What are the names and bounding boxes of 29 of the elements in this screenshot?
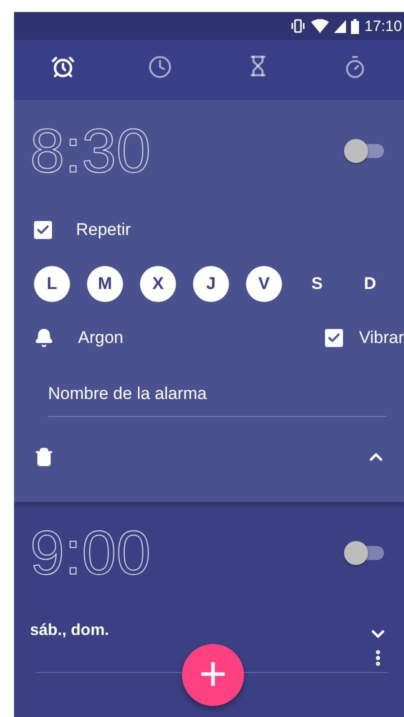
alarm-time[interactable]: 8:30 xyxy=(30,116,151,186)
vibrate-icon xyxy=(290,19,306,33)
vibrate-label: Vibrar xyxy=(358,328,404,348)
wifi-icon xyxy=(311,19,330,33)
clock-time: 17:10 xyxy=(364,18,402,34)
battery-icon xyxy=(351,18,360,34)
ringtone-label[interactable]: Argon xyxy=(78,328,124,348)
vibrate-checkbox[interactable] xyxy=(324,329,343,347)
alarm-switch[interactable] xyxy=(344,541,384,565)
weekday-toggle[interactable]: D xyxy=(352,266,388,302)
check-icon xyxy=(326,331,341,345)
alarm-switch[interactable] xyxy=(344,139,384,163)
trash-icon[interactable] xyxy=(34,447,54,467)
check-icon xyxy=(36,223,50,237)
weekday-toggle[interactable]: L xyxy=(34,266,70,302)
weekday-toggle[interactable]: M xyxy=(87,266,123,302)
bell-icon[interactable] xyxy=(34,328,54,348)
alarm-time[interactable]: 9:00 xyxy=(30,518,151,588)
repeat-label: Repetir xyxy=(76,220,131,240)
signal-icon xyxy=(334,20,346,32)
repeat-checkbox[interactable] xyxy=(34,221,52,239)
repeat-days-summary: sáb., dom. xyxy=(30,622,110,640)
weekday-toggle[interactable]: X xyxy=(140,266,176,302)
clock-icon xyxy=(148,55,172,79)
weekday-toggle[interactable]: J xyxy=(193,266,229,302)
alarm-clock-icon xyxy=(50,55,75,79)
alarm-name-field[interactable]: Nombre de la alarma xyxy=(48,372,386,417)
weekday-toggle[interactable]: S xyxy=(299,266,335,302)
weekday-toggle[interactable]: V xyxy=(246,266,282,302)
